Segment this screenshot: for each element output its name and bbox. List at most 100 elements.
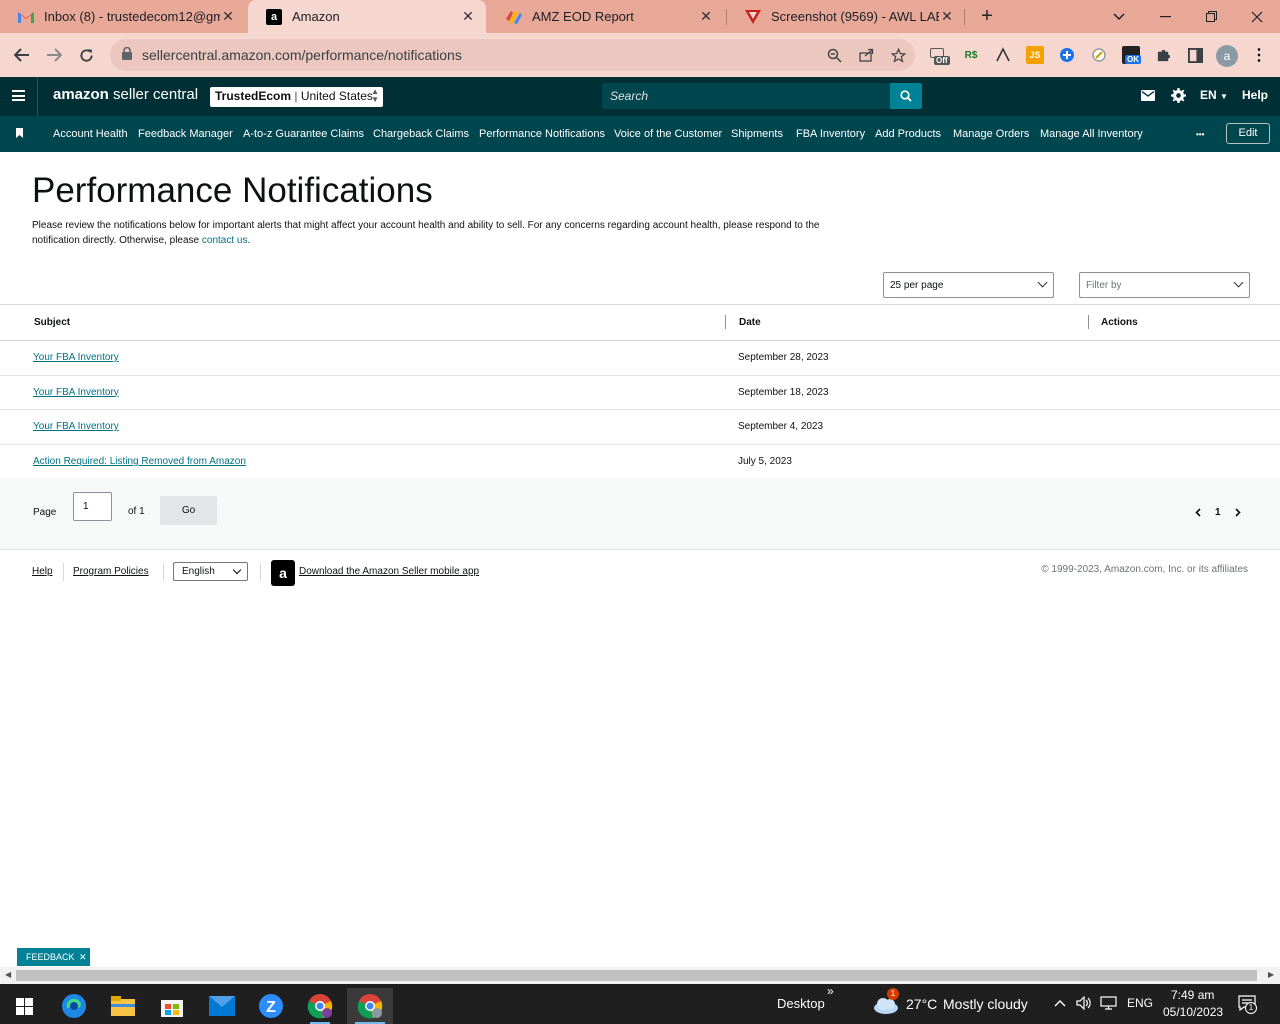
nav-chargeback-claims[interactable]: Chargeback Claims xyxy=(373,128,469,140)
file-explorer-icon[interactable] xyxy=(103,988,143,1024)
nav-fba-inventory[interactable]: FBA Inventory xyxy=(796,128,865,140)
close-tab-icon[interactable]: ✕ xyxy=(698,8,714,25)
footer-program-policies-link[interactable]: Program Policies xyxy=(73,566,149,577)
close-tab-icon[interactable]: ✕ xyxy=(220,8,236,25)
hamburger-menu-icon[interactable] xyxy=(12,90,25,101)
profile-avatar[interactable]: a xyxy=(1216,45,1238,67)
clip-extension-icon[interactable] xyxy=(1090,46,1108,64)
chrome-profile-a-icon[interactable] xyxy=(347,988,393,1024)
reload-icon[interactable] xyxy=(74,43,98,67)
weather-temp[interactable]: 27°C xyxy=(906,996,937,1012)
help-link[interactable]: Help xyxy=(1242,88,1268,102)
windows-start-icon[interactable] xyxy=(4,988,44,1024)
bookmark-star-icon[interactable] xyxy=(888,45,908,65)
nav-add-products[interactable]: Add Products xyxy=(875,128,941,140)
js-extension-icon[interactable]: JS xyxy=(1026,46,1044,64)
more-options-icon[interactable]: ••• xyxy=(1196,130,1204,139)
toolbar-expand-icon[interactable]: » xyxy=(827,984,834,998)
footer-help-link[interactable]: Help xyxy=(32,566,53,577)
restore-button[interactable] xyxy=(1188,0,1234,33)
chrome-profile-m-icon[interactable] xyxy=(300,988,340,1024)
ok-extension-icon[interactable]: OK xyxy=(1122,46,1141,64)
clock-time[interactable]: 7:49 am xyxy=(1171,988,1214,1002)
edge-icon[interactable] xyxy=(54,988,94,1024)
nav-account-health[interactable]: Account Health xyxy=(53,128,128,140)
search-button[interactable] xyxy=(890,83,922,109)
nav-voice-of-customer[interactable]: Voice of the Customer xyxy=(614,128,722,140)
scrollbar-thumb[interactable] xyxy=(16,970,1257,981)
extension-off-icon[interactable]: Off xyxy=(930,46,950,65)
amazon-seller-app-icon[interactable]: a xyxy=(271,560,295,586)
next-page-chevron-icon[interactable] xyxy=(1235,506,1241,520)
input-language-indicator[interactable]: ENG xyxy=(1127,996,1153,1010)
weather-cloud-icon[interactable]: 1 xyxy=(872,988,900,1016)
notifications-icon[interactable]: 1 xyxy=(1238,995,1258,1014)
blue-extension-icon[interactable] xyxy=(1058,46,1076,64)
download-app-link[interactable]: Download the Amazon Seller mobile app xyxy=(299,566,479,577)
tab-amazon[interactable]: a Amazon ✕ xyxy=(248,0,486,33)
nav-performance-notifications[interactable]: Performance Notifications xyxy=(479,128,605,140)
share-icon[interactable] xyxy=(856,45,876,65)
language-selector[interactable]: EN ▼ xyxy=(1200,88,1228,102)
prev-page-chevron-icon[interactable] xyxy=(1195,506,1201,520)
tab-amz-eod-report[interactable]: AMZ EOD Report ✕ xyxy=(488,0,724,33)
page-number-input[interactable]: 1 xyxy=(73,492,112,521)
notification-subject-link[interactable]: Your FBA Inventory xyxy=(33,352,119,363)
notification-subject-link[interactable]: Action Required: Listing Removed from Am… xyxy=(33,456,246,467)
footer-language-select[interactable]: English xyxy=(173,562,248,581)
address-bar[interactable]: sellercentral.amazon.com/performance/not… xyxy=(110,39,915,71)
current-page-number[interactable]: 1 xyxy=(1215,507,1221,518)
feedback-button[interactable]: FEEDBACK ✕ xyxy=(17,948,90,966)
speaker-icon[interactable] xyxy=(1076,995,1092,1013)
bookmark-icon[interactable] xyxy=(16,128,23,138)
desktop-toolbar-label[interactable]: Desktop xyxy=(777,996,825,1011)
nav-feedback-manager[interactable]: Feedback Manager xyxy=(138,128,233,140)
zoom-app-icon[interactable]: Z xyxy=(251,988,291,1024)
nav-manage-all-inventory[interactable]: Manage All Inventory xyxy=(1040,128,1143,140)
notification-subject-link[interactable]: Your FBA Inventory xyxy=(33,387,119,398)
contact-us-link[interactable]: contact us xyxy=(202,235,248,246)
column-subject[interactable]: Subject xyxy=(34,317,70,328)
show-hidden-icons-chevron-icon[interactable] xyxy=(1054,995,1066,1010)
scroll-left-arrow-icon[interactable]: ◀ xyxy=(5,970,11,979)
extensions-puzzle-icon[interactable] xyxy=(1154,46,1172,64)
close-tab-icon[interactable]: ✕ xyxy=(939,8,955,25)
network-icon[interactable] xyxy=(1100,996,1117,1013)
nav-atoz-claims[interactable]: A-to-z Guarantee Claims xyxy=(243,128,364,140)
mail-app-icon[interactable] xyxy=(202,988,242,1024)
forward-arrow-icon[interactable] xyxy=(42,43,66,67)
weather-desc[interactable]: Mostly cloudy xyxy=(943,996,1028,1012)
back-arrow-icon[interactable] xyxy=(10,43,34,67)
tab-screenshot[interactable]: Screenshot (9569) - AWL LABEL ✕ xyxy=(727,0,965,33)
clock-date[interactable]: 05/10/2023 xyxy=(1163,1005,1223,1019)
go-button[interactable]: Go xyxy=(160,496,217,525)
rs-extension-icon[interactable]: R$ xyxy=(962,46,980,64)
settings-gear-icon[interactable] xyxy=(1171,88,1186,106)
edit-nav-button[interactable]: Edit xyxy=(1226,123,1270,144)
scroll-right-arrow-icon[interactable]: ▶ xyxy=(1268,970,1274,979)
filter-by-dropdown[interactable]: Filter by xyxy=(1079,272,1250,298)
close-window-button[interactable] xyxy=(1234,0,1280,33)
zoom-icon[interactable] xyxy=(824,45,844,65)
tab-gmail[interactable]: Inbox (8) - trustedecom12@gmail.com ✕ xyxy=(0,0,246,33)
microsoft-store-icon[interactable] xyxy=(152,988,192,1024)
pen-extension-icon[interactable] xyxy=(994,46,1012,64)
notification-subject-link[interactable]: Your FBA Inventory xyxy=(33,421,119,432)
horizontal-scrollbar[interactable]: ◀ ▶ xyxy=(0,967,1280,984)
tab-search-chevron-icon[interactable] xyxy=(1096,0,1142,33)
close-icon[interactable]: ✕ xyxy=(79,952,87,962)
per-page-dropdown[interactable]: 25 per page xyxy=(883,272,1054,298)
browser-menu-icon[interactable]: ⋮ xyxy=(1250,46,1268,64)
seller-central-logo[interactable]: amazon seller central xyxy=(53,86,198,103)
minimize-button[interactable] xyxy=(1142,0,1188,33)
close-tab-icon[interactable]: ✕ xyxy=(460,8,476,25)
lock-icon[interactable] xyxy=(122,46,134,61)
nav-shipments[interactable]: Shipments xyxy=(731,128,783,140)
store-selector[interactable]: TrustedEcom | United States ▲ ▼ xyxy=(210,87,383,107)
nav-manage-orders[interactable]: Manage Orders xyxy=(953,128,1029,140)
side-panel-icon[interactable] xyxy=(1186,46,1204,64)
column-date[interactable]: Date xyxy=(739,317,761,328)
search-input[interactable]: Search xyxy=(602,83,892,109)
new-tab-button[interactable]: + xyxy=(976,5,998,27)
mail-icon[interactable] xyxy=(1141,90,1155,104)
